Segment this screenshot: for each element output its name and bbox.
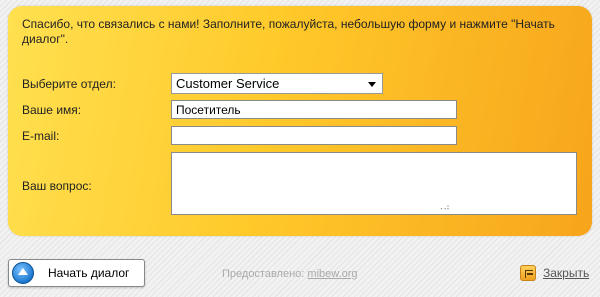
department-selected-value: Customer Service — [176, 76, 280, 91]
department-select[interactable]: Customer Service — [171, 73, 383, 94]
question-textarea[interactable]: ⠠⠴ — [171, 152, 577, 215]
start-dialog-button[interactable]: Начать диалог — [8, 259, 145, 287]
form-panel: Спасибо, что связались с нами! Заполните… — [8, 6, 592, 236]
name-label: Ваше имя: — [22, 103, 82, 117]
intro-text: Спасибо, что связались с нами! Заполните… — [22, 17, 555, 46]
chevron-down-icon — [368, 82, 376, 87]
email-input[interactable] — [171, 126, 457, 145]
name-input[interactable] — [171, 100, 457, 119]
close-link[interactable]: Закрыть — [543, 266, 589, 280]
powered-prefix: Предоставлено: — [222, 268, 308, 280]
email-label: E-mail: — [22, 129, 60, 143]
start-dialog-label: Начать диалог — [48, 266, 130, 280]
department-label: Выберите отдел: — [22, 77, 116, 91]
resize-grip-icon[interactable]: ⠠⠴ — [437, 203, 450, 212]
powered-link[interactable]: mibew.org — [307, 268, 357, 280]
close-control[interactable]: Закрыть — [520, 265, 589, 281]
exit-door-icon[interactable] — [520, 265, 536, 281]
powered-by: Предоставлено: mibew.org — [222, 268, 358, 280]
arrow-up-circle-icon — [12, 262, 34, 284]
question-label: Ваш вопрос: — [22, 179, 92, 193]
